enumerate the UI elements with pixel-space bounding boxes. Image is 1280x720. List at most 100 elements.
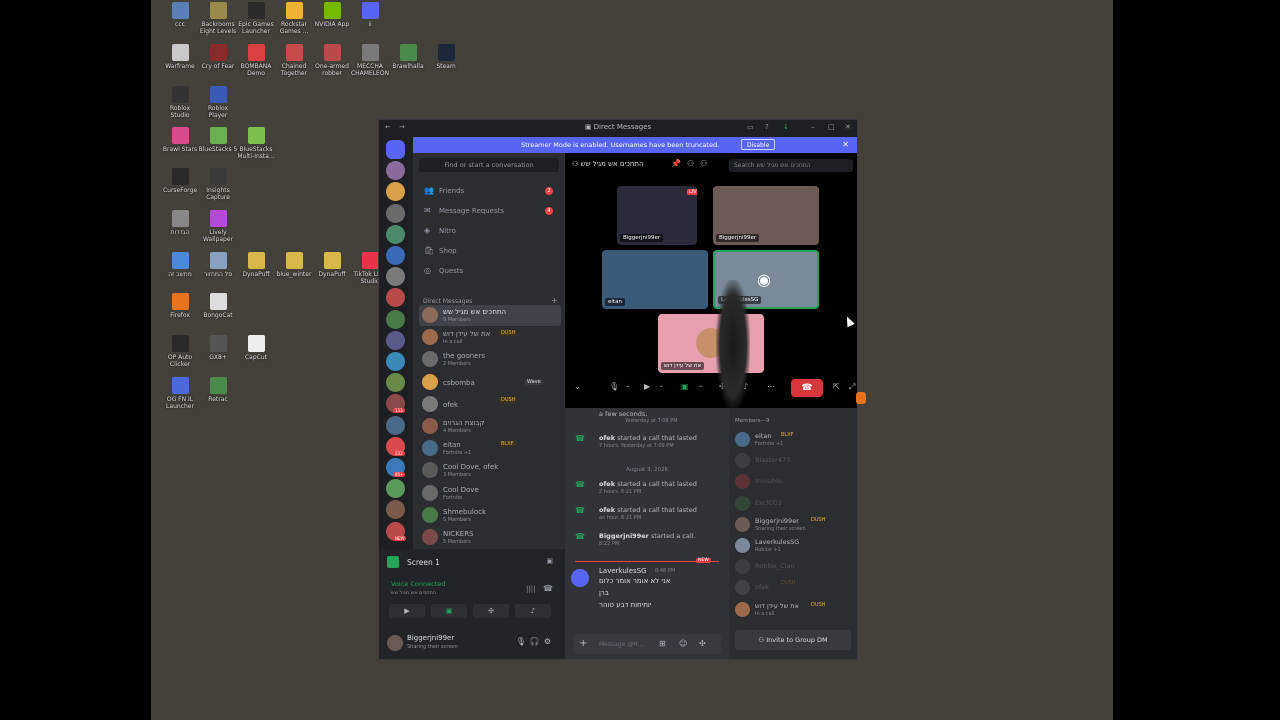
desktop-icon[interactable]: BongoCat [198,293,238,319]
find-conversation-button[interactable]: Find or start a conversation [419,158,559,172]
dm-item[interactable]: eitan Fortnite +1 BLXF [419,438,561,459]
end-call-button[interactable]: ☎ [791,379,823,397]
dm-item[interactable]: התחכים אש מגיל שש 9 Members [419,305,561,326]
desktop-icon[interactable]: NVIDIA App [312,2,352,28]
member-item[interactable]: Blaster473 [733,451,855,471]
desktop-icon[interactable]: Firefox [160,293,200,319]
desktop-icon[interactable]: Retrac [198,377,238,403]
members-toggle-icon[interactable]: ⚇ [700,159,713,168]
message-author[interactable]: LaverkulesSG [599,567,647,575]
member-item[interactable]: Roblox_Clan [733,557,855,577]
desktop-icon[interactable]: Warframe [160,44,200,70]
inbox-icon[interactable]: ▭ [747,123,754,131]
server-icon[interactable] [386,500,405,520]
dm-item[interactable]: קבוצת הגרוים 4 Members [419,416,561,437]
noise-suppression-icon[interactable]: |||| [526,585,535,593]
minimize-button[interactable]: – [811,123,815,131]
desktop-icon[interactable]: Chained Together [274,44,314,77]
server-icon[interactable] [386,140,405,159]
server-icon[interactable] [386,203,405,223]
desktop-icon[interactable]: Brawl Stars [160,127,200,153]
desktop-icon[interactable]: One-armed robber [312,44,352,77]
banner-close-icon[interactable]: ✕ [842,140,849,149]
dm-item[interactable]: Cool Dove, ofek 3 Members [419,460,561,481]
gear-icon[interactable]: ⚙ [544,637,555,646]
member-item[interactable]: Invisible [733,472,855,492]
member-item[interactable]: Biggerjni99er Sharing their screen DUSH [733,515,855,535]
desktop-icon[interactable]: Cry of Fear [198,44,238,70]
emoji-icon[interactable]: ☺ [679,639,687,648]
desktop-icon[interactable]: Roblox Player [198,86,238,119]
member-item[interactable]: את של עידן דוש In a call DUSH [733,600,855,620]
nav-item-nitro[interactable]: ◈ Nitro [419,223,559,239]
activities-button[interactable]: ✣ [473,604,509,618]
screen-share-button[interactable]: ▣ [431,604,467,618]
disable-streamer-mode-button[interactable]: Disable [741,139,776,150]
message-input[interactable]: + Message @H... ⊞ ☺ ✣ [573,634,721,654]
close-button[interactable]: ✕ [845,123,851,131]
add-member-icon[interactable]: ⚇ [687,159,700,168]
camera-button[interactable]: ▶ [389,604,425,618]
server-icon[interactable] [386,330,405,350]
maximize-button[interactable]: □ [828,123,835,131]
gift-icon[interactable]: ⊞ [659,639,666,648]
disconnect-icon[interactable]: ☎ [543,584,553,593]
nav-item-quests[interactable]: ◎ Quests [419,263,559,279]
server-icon[interactable] [386,224,405,244]
call-log-user[interactable]: ofek [599,434,615,442]
video-tile[interactable]: Biggerjni99er LIVE [617,186,697,245]
desktop-icon[interactable]: Lively Wallpaper [198,210,238,243]
video-tile[interactable]: eitan [602,250,708,309]
nav-item-message-requests[interactable]: ✉ Message Requests 4 [419,203,559,219]
voice-connected-status[interactable]: Voice Connected [391,580,445,588]
server-icon[interactable] [386,161,405,181]
server-icon[interactable] [386,373,405,393]
desktop-icon[interactable]: ccc [160,2,200,28]
nav-item-friends[interactable]: 👥 Friends 2 [419,183,559,199]
server-icon[interactable] [386,352,405,371]
dm-item[interactable]: Shmebulock 5 Members [419,505,561,526]
server-icon[interactable] [386,246,405,265]
popout-icon[interactable]: ▣ [546,557,553,565]
call-log-user[interactable]: ofek [599,480,615,488]
desktop-icon[interactable]: DynaPuff [312,252,352,278]
more-icon[interactable]: ⋯ [767,382,775,391]
headset-icon[interactable]: 🎧 [530,637,544,646]
desktop-icon[interactable]: Brawlhalla [388,44,428,70]
plus-icon[interactable]: + [579,638,587,649]
desktop-icon[interactable]: מחשב זה [160,252,200,278]
desktop-icon[interactable]: CapCut [236,335,276,361]
help-icon[interactable]: ? [765,123,769,131]
desktop-icon[interactable]: CurseForge [160,168,200,194]
desktop-icon[interactable]: Rockstar Games ... [274,2,314,35]
chevron-down-icon[interactable]: ⌄ [625,382,630,389]
desktop-icon[interactable]: Backrooms Eight Levels [198,2,238,35]
download-icon[interactable]: ↓ [783,123,789,131]
soundboard-button[interactable]: ♪ [515,604,551,618]
desktop-icon[interactable]: Steam [426,44,466,70]
desktop-icon[interactable]: MECCHA CHAMELEON [350,44,390,77]
current-user[interactable]: Biggerjni99er Sharing their screen 🎙🎧⚙ [385,631,559,655]
server-icon[interactable] [386,479,405,499]
desktop-icon[interactable]: BOMBANA Demo [236,44,276,77]
desktop-icon[interactable]: OP Auto Clicker [160,335,200,368]
server-icon[interactable] [386,182,405,202]
chevron-down-icon[interactable]: ⌄ [698,382,703,389]
fullscreen-icon[interactable]: ⤢ [849,382,855,392]
mic-icon[interactable]: 🎙 [609,382,619,391]
desktop-icon[interactable]: OG FN IL Launcher [160,377,200,410]
server-icon[interactable] [386,267,405,287]
dm-item[interactable]: the gooners 2 Members [419,349,561,370]
desktop-icon[interactable]: סל המחזור [198,252,238,278]
screen-share-icon[interactable]: ▣ [681,382,689,391]
desktop-icon[interactable]: ii [350,2,390,28]
collapse-icon[interactable]: ⌄ [574,382,581,391]
dm-item[interactable]: Cool Dove Fortnite [419,483,561,504]
voice-channel-name[interactable]: התחכים אש מגיל שש [391,590,436,596]
dm-item[interactable]: csbomba Wave [419,372,561,393]
call-log-user[interactable]: Biggerjni99er [599,532,649,540]
video-tile[interactable]: Biggerjni99er [713,186,819,245]
member-item[interactable]: eitan Fortnite +1 BLXF [733,430,855,450]
search-input[interactable]: Search התחכים אש מגיל שש [729,159,853,172]
desktop-icon[interactable]: Epic Games Launcher [236,2,276,35]
